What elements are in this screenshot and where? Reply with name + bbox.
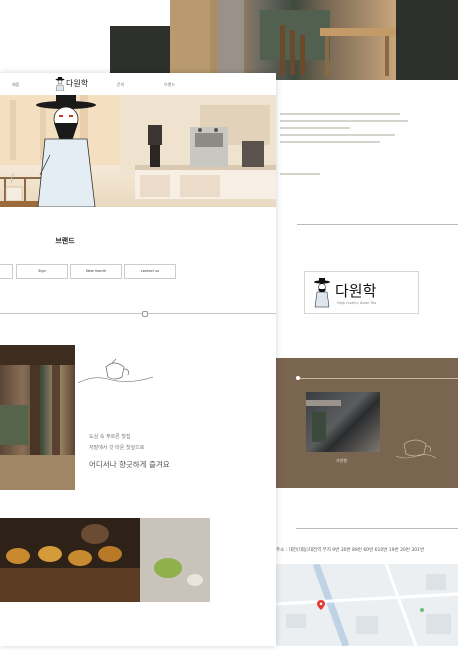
nav-item-contact[interactable]: 문의 (117, 82, 124, 88)
brown-section-line (296, 378, 458, 379)
line-dot (296, 376, 300, 380)
brand-button-sign[interactable]: Sign (16, 264, 68, 279)
hero-illustration (0, 95, 276, 207)
brand-section-title: 브랜드 (55, 237, 75, 245)
brand-button-contact-us[interactable]: contact us (124, 264, 176, 279)
section-divider (297, 224, 458, 225)
story-line-3: 어디서나 향긋하게 즐겨요 (89, 460, 170, 469)
tea-set-photo (0, 518, 210, 602)
logo-wordmark: 다원학 (335, 282, 377, 300)
intro-paragraph (280, 113, 410, 175)
top-navigation: 다원학 제품 문의 브랜드 (0, 73, 276, 96)
section-divider (0, 313, 276, 314)
story-line-1: 도심 속 푸르른 찻집 (89, 434, 131, 440)
nav-logo-text: 다원학 (66, 79, 89, 88)
nav-logo[interactable]: 다원학 (55, 77, 95, 91)
story-line-2: 자발에서 갓 따온 찻잎으로 (89, 445, 145, 451)
address-text: 주소 : 대전(대동)대전역 부지 9번 30번 89번 60번 610번 19… (276, 548, 425, 553)
brand-button-new-month[interactable]: New month (70, 264, 122, 279)
map-divider (296, 528, 458, 529)
nav-item-products[interactable]: 제품 (12, 82, 19, 88)
teapot-sketch-icon (78, 358, 153, 384)
storefront-photo (306, 392, 380, 452)
brand-logo-card: 다원학 High Quality Asian Tea (304, 271, 419, 314)
location-map[interactable] (275, 562, 458, 648)
nav-item-brand[interactable]: 브랜드 (164, 82, 175, 88)
divider-dot (142, 311, 148, 317)
scholar-logo-icon (314, 278, 330, 308)
wooden-corridor-photo (0, 345, 75, 490)
map-pin-icon (317, 600, 325, 610)
scholar-logo-icon (55, 77, 65, 91)
logo-subtitle: High Quality Asian Tea (337, 301, 377, 305)
dark-panel (110, 26, 170, 80)
teapot-sketch-icon (396, 439, 436, 459)
brown-caption: 가방형 (336, 458, 348, 463)
brand-button-partial[interactable] (0, 264, 13, 279)
front-page: 다원학 제품 문의 브랜드 브랜드 Sign New month contact… (0, 73, 276, 646)
cafe-interior-photo (170, 0, 396, 80)
dark-panel-right (396, 0, 458, 80)
